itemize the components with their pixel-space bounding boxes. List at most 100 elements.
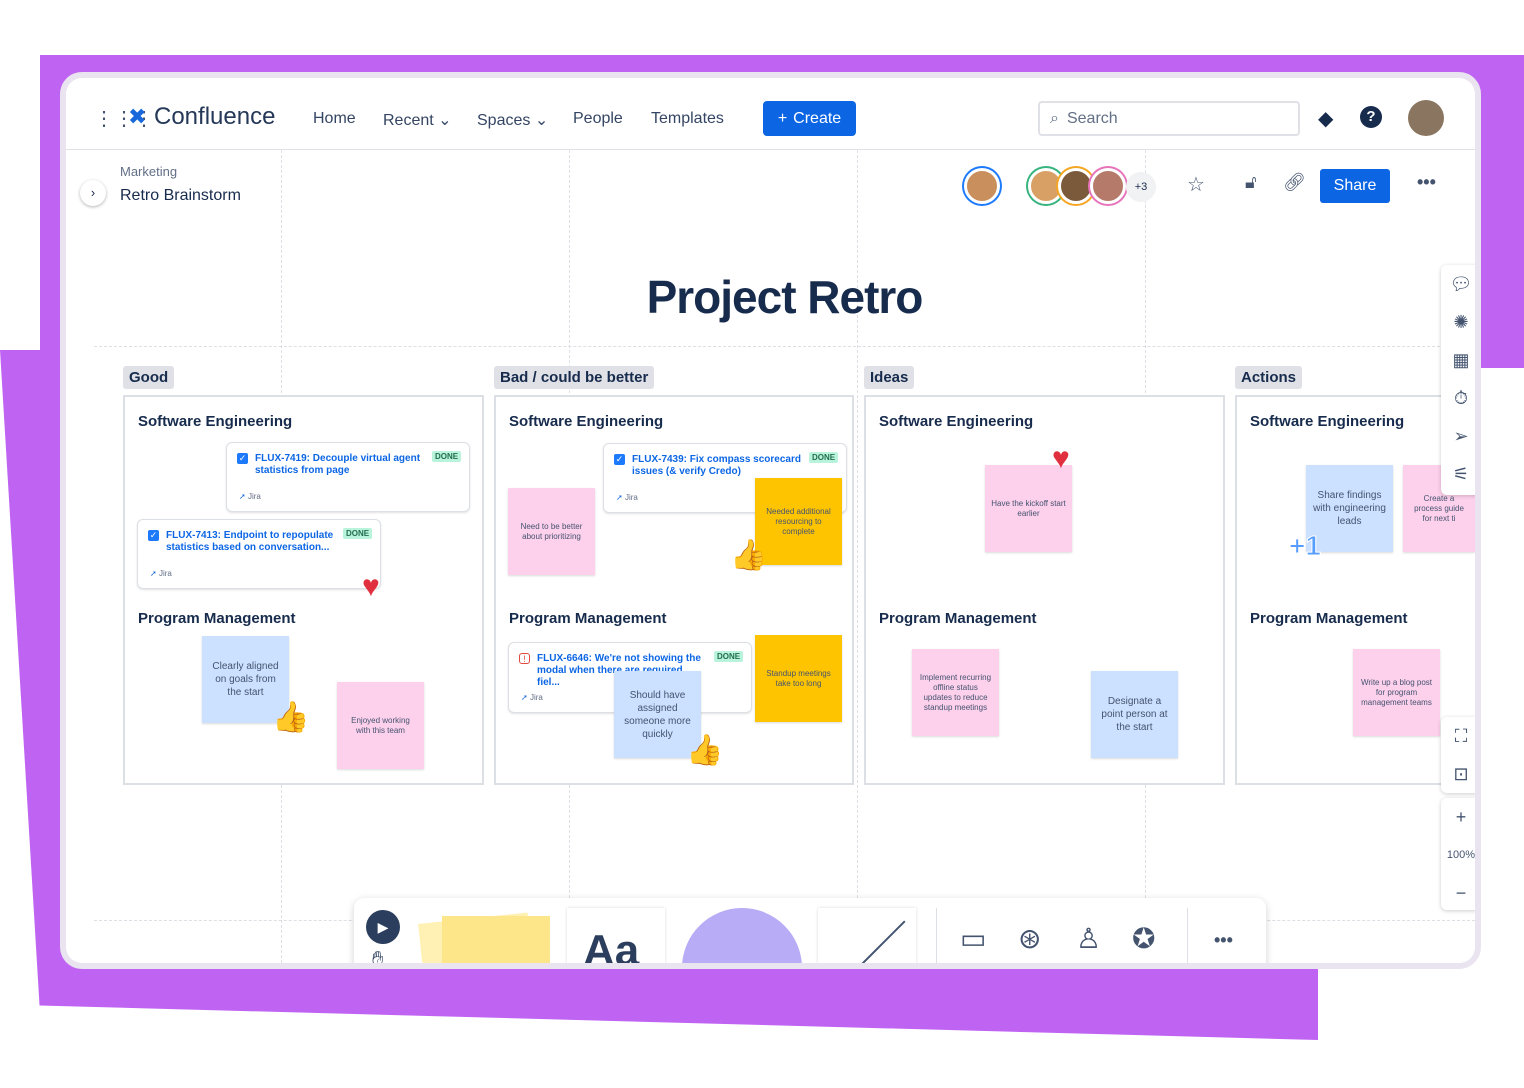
select-tool-icon[interactable]: ▶ [366,910,400,944]
timer-icon[interactable]: ⏱︎ [1454,379,1468,417]
zoom-in-button[interactable]: + [1456,798,1467,836]
link-icon[interactable]: 🔗︎ [1283,172,1306,193]
focus-icon[interactable]: ⊡ [1453,755,1468,793]
status-badge: DONE [343,528,373,539]
chevron-down-icon: ⌄ [438,112,452,129]
jira-icon: ➚ [521,693,528,702]
column-header-bad: Bad / could be better [494,366,655,389]
jira-icon: ➚ [239,492,246,501]
search-input[interactable]: ⌕ Search [1038,101,1300,136]
nav-spaces[interactable]: Spaces ⌄ [477,110,548,130]
sticky-note-tool[interactable] [442,916,550,963]
column-header-good: Good [123,366,175,389]
right-toolbar: 💬︎ ✺ ▦ ⏱︎ ➢ ⚟ [1441,265,1475,495]
sticky-note[interactable]: Enjoyed working with this team [337,682,424,769]
settings-sliders-icon[interactable]: ⚟ [1453,455,1469,493]
jira-card-title: FLUX-7439: Fix compass scorecard issues … [632,454,801,477]
plus-one-sticker: +1 [1289,530,1322,562]
smart-link-tool-icon[interactable]: ⊛ [1018,922,1041,955]
comment-icon[interactable]: 💬︎ [1450,265,1473,303]
line-tool[interactable] [818,908,916,963]
zoom-out-button[interactable]: − [1456,874,1467,912]
page-title: Retro Brainstorm [120,187,241,204]
whiteboard-title: Project Retro [646,271,924,323]
search-placeholder: Search [1066,109,1118,127]
jira-icon: ➚ [616,493,623,502]
jira-source: ➚ Jira [616,493,638,502]
chevron-down-icon: ⌄ [534,112,549,129]
nav-recent[interactable]: Recent ⌄ [383,110,452,130]
share-button[interactable]: Share [1320,169,1390,203]
sticky-note[interactable]: Need to be better about prioritizing [508,488,595,575]
checkbox-icon: ✓ [614,454,625,465]
zoom-level: 100% [1446,849,1475,861]
thumbs-up-sticker-icon: 👍 [686,734,724,767]
jira-card-title: FLUX-7419: Decouple virtual agent statis… [255,453,421,476]
nav-templates[interactable]: Templates [651,110,724,128]
section-title: Program Management [879,610,1037,627]
hand-tool-icon[interactable]: ✋︎ [372,948,383,963]
breadcrumb-space[interactable]: Marketing [120,164,177,179]
more-collaborators[interactable]: +3 [1126,172,1156,202]
text-tool-label: Aa [583,926,640,963]
jira-source: ➚ Jira [521,693,543,702]
sticky-note[interactable]: Needed additional resourcing to complete [755,478,842,565]
collaborator-avatar[interactable] [1058,168,1094,204]
checkbox-icon: ✓ [148,530,159,541]
nav-spaces-label: Spaces [477,112,531,129]
jira-card[interactable]: ✓ FLUX-7419: Decouple virtual agent stati… [226,442,470,512]
sticker-tool-icon[interactable]: ✪ [1132,922,1155,955]
whiteboard-canvas[interactable]: › Marketing Retro Brainstorm +3 ☆ 🔓︎ 🔗︎ … [80,150,1475,963]
creation-toolbar: ▶ ✋︎ Aa ▭ ⊛ ♙ ✪ ••• [354,898,1266,963]
create-label: Create [793,109,842,127]
sticky-note[interactable]: Standup meetings take too long [755,635,842,722]
bug-icon: ! [519,653,530,664]
checkbox-icon: ✓ [237,453,248,464]
more-options-icon[interactable]: ••• [1417,172,1436,193]
heart-sticker-icon: ♥ [1052,442,1070,475]
column-header-ideas: Ideas [864,366,915,389]
section-title: Software Engineering [879,413,1034,430]
jira-icon: ➚ [150,569,157,578]
top-nav: ⋮⋮⋮ ✖ Confluence Home Recent ⌄ Spaces ⌄ … [66,78,1475,150]
sticky-note[interactable]: Write up a blog post for program managem… [1353,649,1440,736]
jira-card[interactable]: ✓ FLUX-7413: Endpoint to repopulate stati… [137,519,381,589]
section-title: Program Management [1250,610,1408,627]
app-window: ⋮⋮⋮ ✖ Confluence Home Recent ⌄ Spaces ⌄ … [66,78,1475,963]
jira-card-title: FLUX-7413: Endpoint to repopulate statis… [166,530,334,553]
star-icon[interactable]: ☆ [1187,172,1205,197]
nav-people[interactable]: People [573,110,623,128]
status-badge: DONE [714,651,744,662]
fit-to-screen-icon[interactable]: ⛶ [1455,717,1468,755]
section-title: Program Management [138,610,296,627]
sparkle-icon[interactable]: ✺ [1453,303,1468,341]
section-title: Software Engineering [1250,413,1405,430]
column-header-actions: Actions [1235,366,1303,389]
send-icon[interactable]: ➢ [1453,417,1468,455]
collaborator-avatar[interactable] [1090,168,1126,204]
app-name[interactable]: Confluence [154,103,275,131]
help-icon[interactable]: ? [1360,106,1382,128]
more-tools-icon[interactable]: ••• [1214,930,1233,951]
sticky-note[interactable]: Have the kickoff start earlier [985,465,1072,552]
sticky-note[interactable]: Implement recurring offline status updat… [912,649,999,736]
jira-source: ➚ Jira [150,569,172,578]
heart-sticker-icon: ♥ [362,570,380,603]
collaborator-avatar[interactable] [964,168,1000,204]
create-button[interactable]: + Create [763,101,856,136]
lock-icon[interactable]: 🔓︎ [1245,172,1257,193]
sticky-note[interactable]: Designate a point person at the start [1091,671,1178,758]
stamp-tool-icon[interactable]: ♙ [1076,922,1101,955]
shape-tool[interactable] [682,908,802,963]
notifications-icon[interactable]: ◆ [1318,106,1333,131]
nav-recent-label: Recent [383,112,434,129]
expand-sidebar-button[interactable]: › [80,180,106,206]
text-tool[interactable]: Aa [567,908,665,963]
section-title: Software Engineering [509,413,664,430]
nav-home[interactable]: Home [313,110,356,128]
profile-avatar[interactable] [1408,100,1444,136]
frame-tool-icon[interactable]: ▭ [960,922,986,955]
zoom-controls: + 100% − [1441,798,1475,910]
template-icon[interactable]: ▦ [1452,341,1469,379]
section-title: Software Engineering [138,413,293,430]
